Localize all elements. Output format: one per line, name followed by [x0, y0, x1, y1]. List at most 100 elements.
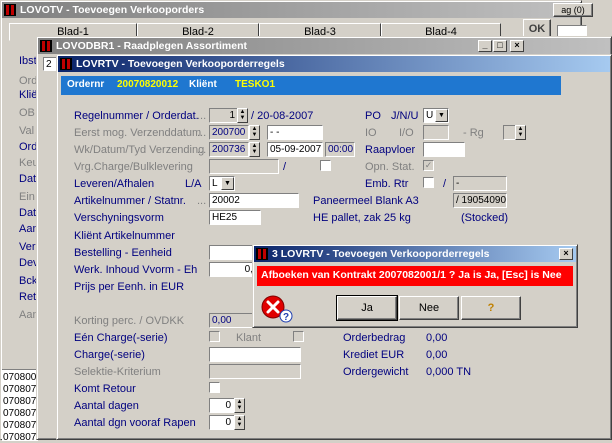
emb-sep: / — [443, 178, 447, 190]
list-item[interactable]: 070807 — [3, 396, 36, 407]
list-item[interactable]: 070807 — [3, 384, 36, 395]
no-label: Nee — [418, 302, 440, 314]
raapvloer-field[interactable] — [423, 142, 465, 157]
assortment-window-title: LOVODBR1 - Raadplegen Assortiment — [56, 40, 247, 52]
left-label: Ein — [19, 191, 35, 203]
orderdatum-text: / 20-08-2007 — [251, 110, 314, 122]
ordernr-label: Ordernr — [67, 79, 105, 90]
vrg-field[interactable] — [209, 159, 279, 174]
klient-artikel-label: Kliënt Artikelnummer — [74, 230, 175, 242]
werk-field[interactable]: 0, — [209, 262, 257, 277]
aantal-dgn-label: Aantal dgn vooraf Rapen — [74, 417, 196, 429]
list-item[interactable]: 070807 — [3, 420, 36, 431]
dots: ... — [197, 110, 207, 122]
wk-wk-value: 200736 — [212, 144, 246, 155]
klant-checkbox[interactable] — [293, 331, 304, 342]
artikel-stat-field[interactable]: / 19054090 — [453, 193, 507, 208]
app-icon — [40, 40, 52, 52]
dots: ... — [197, 127, 207, 139]
wk-wk-field[interactable]: 200736 — [209, 142, 249, 157]
ok-label: OK — [528, 23, 546, 35]
confirm-message: Afboeken van Kontrakt 2007082001/1 ? Ja … — [261, 269, 562, 281]
opn-stat-label: Opn. Stat. — [365, 161, 415, 173]
eerst-datum-value: - - — [270, 127, 280, 138]
komt-retour-checkbox[interactable] — [209, 382, 220, 393]
orderbedrag-value: 0,00 — [426, 332, 448, 344]
close-icon[interactable]: × — [559, 248, 573, 260]
list-item[interactable]: 070807 — [3, 432, 36, 443]
left-label: OB — [19, 107, 35, 119]
maximize-icon[interactable]: □ — [493, 40, 507, 52]
svg-text:?: ? — [283, 312, 289, 323]
klient-label: Kliënt — [189, 79, 217, 90]
krediet-label: Krediet EUR — [343, 349, 405, 361]
left-label: Ret — [19, 291, 37, 303]
vrg-checkbox[interactable] — [320, 160, 331, 171]
emb-checkbox[interactable] — [423, 177, 434, 188]
confirm-dialog-titlebar[interactable]: 3 LOVRTV - Toevoegen Verkooporderregels … — [254, 246, 576, 262]
artikel-field[interactable]: 20002 — [209, 193, 299, 208]
assortment-field-value: 2 — [46, 59, 52, 70]
regelnummer-spinner[interactable]: ▲ ▼ — [237, 108, 248, 123]
emb-label: Emb. Rtr — [365, 178, 409, 190]
order-header-bar: Ordernr 20070820012 Kliënt TESKO1 — [61, 76, 561, 95]
emb-field[interactable]: - — [453, 176, 507, 191]
app-icon — [60, 58, 72, 70]
orders-window-title: LOVOTV - Toevoegen Verkooporders — [20, 4, 205, 16]
assortment-window-titlebar[interactable]: LOVODBR1 - Raadplegen Assortiment _ □ × — [38, 38, 610, 54]
jnu-value: U — [426, 110, 434, 121]
orders-window-titlebar[interactable]: LOVOTV - Toevoegen Verkooporders — [2, 2, 580, 18]
chevron-down-icon[interactable]: ▼ — [435, 109, 448, 122]
korting-field[interactable]: 0,00 — [209, 313, 257, 328]
no-button[interactable]: Nee — [399, 296, 459, 320]
wk-datum-value: 05-09-2007 — [270, 144, 322, 155]
wk-datum-field[interactable]: 05-09-2007 — [267, 142, 323, 157]
artikel-desc: Paneermeel Blank A3 — [313, 195, 419, 207]
rg-spinner[interactable]: ▲ ▼ — [515, 125, 526, 140]
korting-value: 0,00 — [212, 315, 232, 326]
charge-field[interactable] — [209, 347, 301, 362]
opn-stat-checkbox[interactable]: ✓ — [423, 160, 434, 171]
orderlines-window-title: LOVRTV - Toevoegen Verkooporderregels — [76, 58, 285, 70]
assortment-field[interactable]: 2 — [43, 57, 57, 71]
confirm-message-bar: Afboeken van Kontrakt 2007082001/1 ? Ja … — [257, 266, 573, 286]
wk-wk-spinner[interactable]: ▲ ▼ — [249, 142, 260, 157]
bestelling-label: Bestelling - Eenheid — [74, 247, 172, 259]
ordergewicht-label: Ordergewicht — [343, 366, 409, 378]
aantal-dagen-spinner[interactable]: ▲ ▼ — [234, 398, 245, 413]
korting-label: Korting perc. / OVDKK — [74, 315, 185, 327]
wk-tijd-field[interactable]: 00:00 — [325, 142, 355, 157]
minimize-icon[interactable]: _ — [478, 40, 492, 52]
chevron-down-icon[interactable]: ▼ — [221, 177, 234, 190]
tag-button[interactable]: ag (0) — [553, 3, 593, 17]
aantal-dagen-value: 0 — [225, 400, 231, 411]
list-item[interactable]: 070807 — [3, 408, 36, 419]
help-button[interactable]: ? — [461, 296, 521, 320]
een-charge-checkbox[interactable] — [209, 331, 220, 342]
orders-bottom-list: 070800 070807 070807 070807 070807 07080… — [2, 369, 38, 443]
list-item[interactable]: 070800 — [3, 372, 36, 383]
aantal-dgn-spinner[interactable]: ▲ ▼ — [234, 415, 245, 430]
vrg-label: Vrg.Charge/Bulklevering — [74, 161, 193, 173]
eerst-label: Eerst mog. Verzenddatum — [74, 127, 202, 139]
eerst-wk-spinner[interactable]: ▲ ▼ — [249, 125, 260, 140]
orderlines-window-titlebar[interactable]: LOVRTV - Toevoegen Verkooporderregels — [58, 56, 610, 72]
selektie-field[interactable] — [209, 364, 301, 379]
yes-button[interactable]: Ja — [336, 295, 398, 321]
yes-label: Ja — [361, 302, 373, 314]
eerst-datum-field[interactable]: - - — [267, 125, 323, 140]
krediet-value: 0,00 — [426, 349, 448, 361]
left-label: Ord — [19, 75, 38, 87]
wk-label: Wk/Datum/Tyd Verzending — [74, 144, 205, 156]
aantal-dagen-field[interactable]: 0 — [209, 398, 235, 413]
aantal-dgn-field[interactable]: 0 — [209, 415, 235, 430]
vorm-field[interactable]: HE25 — [209, 210, 261, 225]
vorm-value: HE25 — [212, 212, 238, 223]
left-label: Bck — [19, 275, 38, 287]
io-field[interactable] — [423, 125, 449, 140]
help-label: ? — [487, 302, 495, 314]
eerst-wk-field[interactable]: 200700 — [209, 125, 249, 140]
close-icon[interactable]: × — [510, 40, 524, 52]
dots: ... — [197, 144, 207, 156]
regelnummer-field[interactable]: 1 — [209, 108, 239, 123]
